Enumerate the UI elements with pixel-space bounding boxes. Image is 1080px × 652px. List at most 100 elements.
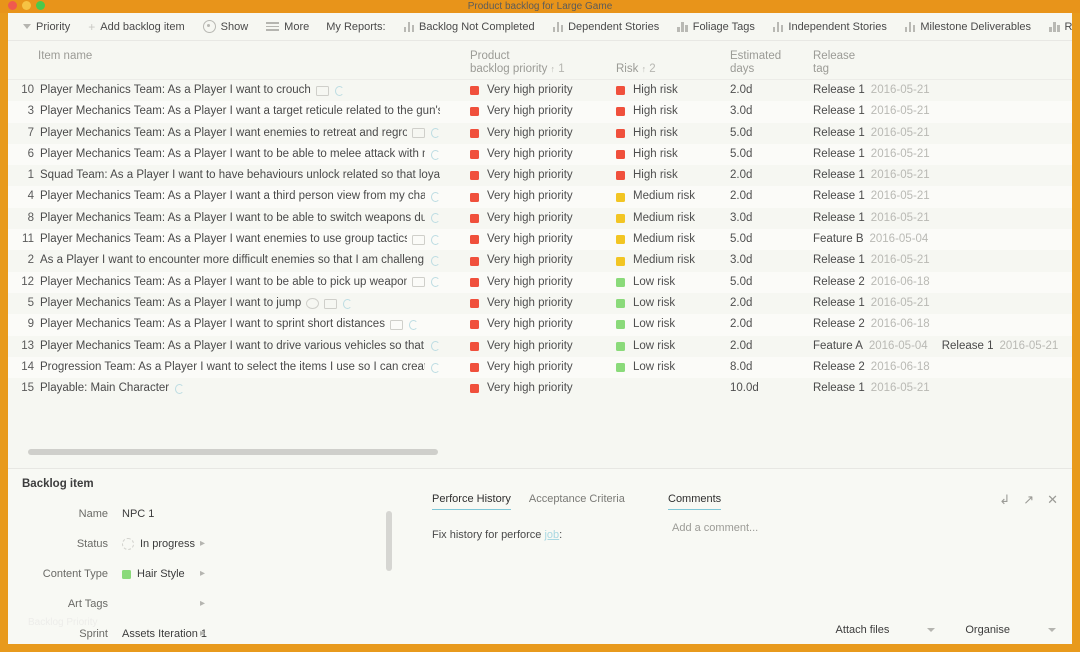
- row-estimated-days[interactable]: 3.0d: [730, 101, 752, 122]
- toolbar-item-more[interactable]: More: [257, 13, 318, 41]
- table-row[interactable]: 6 Player Mechanics Team: As a Player I wa…: [8, 143, 1072, 166]
- row-item-name[interactable]: Player Mechanics Team: As a Player I wan…: [40, 123, 440, 144]
- row-release-tag[interactable]: Release 2 2016-06-18: [813, 272, 930, 293]
- table-row[interactable]: 2 As a Player I want to encounter more di…: [8, 250, 1072, 272]
- add-comment-input[interactable]: Add a comment...: [672, 522, 758, 534]
- table-row[interactable]: 10 Player Mechanics Team: As a Player I w…: [8, 80, 1072, 102]
- row-risk[interactable]: High risk: [616, 123, 678, 144]
- row-estimated-days[interactable]: 5.0d: [730, 272, 752, 293]
- note-icon[interactable]: [315, 85, 329, 96]
- column-header-item-name[interactable]: Item name: [38, 50, 92, 63]
- chevron-right-icon[interactable]: ▸: [200, 529, 205, 559]
- column-header-risk[interactable]: Risk ↑ 2: [616, 63, 656, 76]
- detail-field-value[interactable]: In progress: [122, 529, 195, 559]
- detail-field-value[interactable]: Hair Style: [122, 559, 185, 589]
- note-icon[interactable]: [389, 319, 403, 330]
- table-row[interactable]: 11 Player Mechanics Team: As a Player I w…: [8, 229, 1072, 251]
- row-release-tag[interactable]: Release 1 2016-05-21: [813, 144, 930, 165]
- toolbar-item-show[interactable]: Show: [194, 13, 258, 41]
- row-release-tag[interactable]: Release 1 2016-05-21: [813, 101, 930, 122]
- row-risk[interactable]: Low risk: [616, 357, 675, 378]
- row-risk[interactable]: Low risk: [616, 336, 675, 357]
- history-job-link[interactable]: job: [544, 529, 559, 541]
- table-row[interactable]: 12 Player Mechanics Team: As a Player I w…: [8, 271, 1072, 293]
- table-row[interactable]: 4 Player Mechanics Team: As a Player I wa…: [8, 186, 1072, 208]
- row-estimated-days[interactable]: 2.0d: [730, 293, 752, 314]
- report-milestone-deliverables[interactable]: Milestone Deliverables: [896, 13, 1040, 41]
- row-release-tag[interactable]: Release 1 2016-05-21: [813, 378, 930, 399]
- row-estimated-days[interactable]: 5.0d: [730, 229, 752, 250]
- row-item-name[interactable]: Player Mechanics Team: As a Player I wan…: [40, 293, 440, 314]
- row-estimated-days[interactable]: 2.0d: [730, 165, 752, 186]
- row-release-tag[interactable]: Release 1 2016-05-21: [813, 208, 930, 229]
- row-priority[interactable]: Very high priority: [470, 314, 573, 335]
- refresh-icon[interactable]: [430, 362, 440, 373]
- row-item-name[interactable]: Player Mechanics Team: As a Player I wan…: [40, 101, 440, 122]
- row-risk[interactable]: High risk: [616, 101, 678, 122]
- row-risk[interactable]: High risk: [616, 80, 678, 101]
- row-item-name[interactable]: Player Mechanics Team: As a Player I wan…: [40, 314, 440, 335]
- row-item-name[interactable]: As a Player I want to encounter more dif…: [40, 250, 440, 271]
- report-foliage-tags[interactable]: Foliage Tags: [668, 13, 764, 41]
- chevron-right-icon[interactable]: ▸: [200, 619, 205, 644]
- refresh-icon[interactable]: [342, 298, 353, 309]
- row-priority[interactable]: Very high priority: [470, 336, 573, 357]
- row-release-tag[interactable]: Release 1 2016-05-21: [813, 250, 930, 271]
- row-item-name[interactable]: Player Mechanics Team: As a Player I wan…: [40, 272, 440, 293]
- table-row[interactable]: 7 Player Mechanics Team: As a Player I wa…: [8, 122, 1072, 144]
- refresh-icon[interactable]: [334, 85, 344, 96]
- note-icon[interactable]: [324, 298, 338, 309]
- row-estimated-days[interactable]: 2.0d: [730, 80, 752, 101]
- row-risk[interactable]: High risk: [616, 165, 678, 186]
- row-risk[interactable]: Medium risk: [616, 229, 695, 250]
- row-item-name[interactable]: Squad Team: As a Player I want to have b…: [40, 165, 440, 186]
- table-row[interactable]: 14 Progression Team: As a Player I want t…: [8, 356, 1072, 379]
- row-estimated-days[interactable]: 3.0d: [730, 208, 752, 229]
- refresh-icon[interactable]: [430, 256, 440, 267]
- column-header-estimated-days[interactable]: Estimated days: [730, 50, 781, 76]
- attach-files-button[interactable]: Attach files: [830, 621, 942, 639]
- refresh-icon[interactable]: [430, 128, 440, 139]
- row-estimated-days[interactable]: 2.0d: [730, 186, 752, 207]
- note-icon[interactable]: [412, 277, 425, 288]
- horizontal-scrollbar-thumb[interactable]: [28, 449, 438, 455]
- table-row[interactable]: 15 Playable: Main Character Very high prio…: [8, 378, 1072, 400]
- row-priority[interactable]: Very high priority: [470, 80, 573, 101]
- row-item-name[interactable]: Playable: Main Character: [40, 378, 440, 399]
- toolbar-item-add-backlog-item[interactable]: + Add backlog item: [79, 13, 193, 41]
- toolbar-item-priority[interactable]: Priority: [14, 13, 79, 41]
- table-row[interactable]: 9 Player Mechanics Team: As a Player I wa…: [8, 314, 1072, 336]
- report-independent-stories[interactable]: Independent Stories: [764, 13, 896, 41]
- chevron-right-icon[interactable]: ▸: [200, 589, 205, 619]
- column-header-release-tag[interactable]: Release tag: [813, 50, 855, 76]
- row-release-tag[interactable]: Feature A 2016-05-04 Release 1 2016-05-21: [813, 336, 1058, 357]
- row-priority[interactable]: Very high priority: [470, 101, 573, 122]
- row-release-tag[interactable]: Release 1 2016-05-21: [813, 186, 930, 207]
- horizontal-scrollbar[interactable]: [28, 449, 438, 455]
- row-risk[interactable]: High risk: [616, 144, 678, 165]
- row-release-tag[interactable]: Release 1 2016-05-21: [813, 123, 930, 144]
- organise-button[interactable]: Organise: [959, 621, 1062, 639]
- row-estimated-days[interactable]: 2.0d: [730, 336, 752, 357]
- row-priority[interactable]: Very high priority: [470, 357, 573, 378]
- note-icon[interactable]: [412, 234, 425, 245]
- row-priority[interactable]: Very high priority: [470, 250, 573, 271]
- row-priority[interactable]: Very high priority: [470, 272, 573, 293]
- table-row[interactable]: 8 Player Mechanics Team: As a Player I wa…: [8, 207, 1072, 230]
- detail-form-scrollbar[interactable]: [386, 511, 392, 571]
- chevron-right-icon[interactable]: ▸: [200, 559, 205, 589]
- row-release-tag[interactable]: Release 1 2016-05-21: [813, 293, 930, 314]
- detail-field-value[interactable]: Assets Iteration 1: [122, 619, 207, 644]
- detail-field-value[interactable]: NPC 1: [122, 499, 154, 529]
- refresh-icon[interactable]: [408, 319, 418, 330]
- row-release-tag[interactable]: Release 2 2016-06-18: [813, 357, 930, 378]
- refresh-icon[interactable]: [430, 277, 440, 288]
- row-priority[interactable]: Very high priority: [470, 378, 573, 399]
- refresh-icon[interactable]: [430, 149, 440, 160]
- row-priority[interactable]: Very high priority: [470, 144, 573, 165]
- row-risk[interactable]: Low risk: [616, 293, 675, 314]
- row-estimated-days[interactable]: 5.0d: [730, 144, 752, 165]
- column-header-product-backlog-priority[interactable]: Product backlog priority ↑ 1: [470, 50, 565, 76]
- reply-icon[interactable]: ↲: [999, 493, 1010, 506]
- tab-perforce-history[interactable]: Perforce History: [432, 493, 511, 510]
